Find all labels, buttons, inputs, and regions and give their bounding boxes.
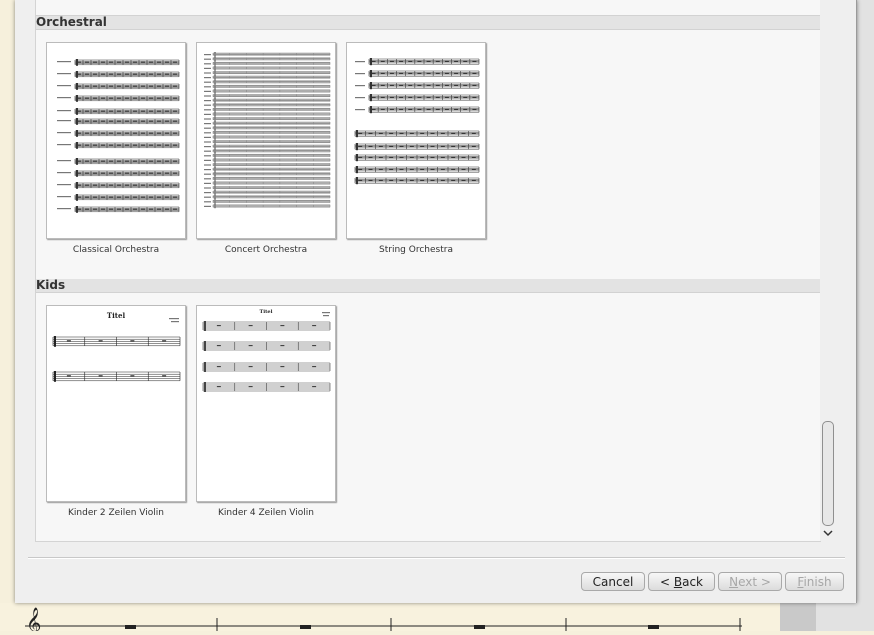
template-label: Kinder 2 Zeilen Violin — [68, 508, 164, 518]
template-kinder-4-zeilen-violin[interactable]: Titel Kinder 4 Zeilen Violin — [196, 305, 336, 518]
back-label-mnemonic: B — [673, 575, 683, 589]
template-label: String Orchestra — [379, 245, 453, 255]
section-title: Kids — [36, 278, 66, 292]
score-preview-title: Titel — [106, 311, 126, 320]
back-label-suffix: ack — [682, 575, 703, 589]
concert-orchestra-score-thumbnail — [196, 42, 336, 239]
svg-text:𝄞: 𝄞 — [26, 607, 41, 631]
scrollbar-thumb[interactable] — [822, 421, 834, 526]
previous-section-remainder — [36, 0, 821, 16]
finish-button[interactable]: Finish — [785, 572, 844, 591]
next-button[interactable]: Next > — [718, 572, 782, 591]
string-orchestra-staves — [354, 58, 480, 185]
template-label: Classical Orchestra — [72, 245, 160, 255]
template-string-orchestra[interactable]: String Orchestra — [346, 42, 486, 255]
template-list-scrollbar[interactable] — [820, 0, 836, 541]
kinder-4-zeilen-score-thumbnail: Titel — [196, 305, 336, 502]
section-header-orchestral: Orchestral — [36, 16, 821, 30]
kinder-2-zeilen-staves — [52, 318, 181, 382]
background-score-staff: 𝄞 — [25, 607, 742, 635]
template-classical-orchestra[interactable]: Classical Orchestra — [46, 42, 186, 255]
finish-label-suffix: inish — [803, 575, 832, 589]
scroll-down-arrow-icon[interactable] — [822, 527, 834, 539]
template-list: Orchestral Classical Orchestra Concert O… — [35, 0, 821, 542]
back-label-prefix: < — [659, 575, 674, 589]
kinder-4-zeilen-staves — [202, 312, 331, 392]
template-concert-orchestra[interactable]: Concert Orchestra — [196, 42, 336, 255]
concert-orchestra-staves — [204, 52, 331, 209]
background-score: 𝄞 — [0, 603, 780, 635]
template-kinder-2-zeilen-violin[interactable]: Titel Kinder 2 Zeilen Violin — [46, 305, 186, 518]
string-orchestra-score-thumbnail — [346, 42, 486, 239]
button-separator — [28, 557, 845, 559]
next-label-suffix: ext > — [738, 575, 771, 589]
kinder-2-zeilen-score-thumbnail: Titel — [46, 305, 186, 502]
score-preview-title: Titel — [259, 309, 273, 315]
template-label: Concert Orchestra — [224, 245, 308, 255]
classical-orchestra-score-thumbnail — [46, 42, 186, 239]
template-label: Kinder 4 Zeilen Violin — [218, 508, 314, 518]
cancel-button[interactable]: Cancel — [581, 572, 645, 591]
next-label-mnemonic: N — [729, 575, 739, 589]
cancel-label: Cancel — [592, 575, 634, 589]
back-button[interactable]: < Back — [648, 572, 715, 591]
section-header-kids: Kids — [36, 279, 821, 293]
classical-orchestra-staves — [57, 59, 180, 213]
section-title: Orchestral — [36, 15, 107, 29]
